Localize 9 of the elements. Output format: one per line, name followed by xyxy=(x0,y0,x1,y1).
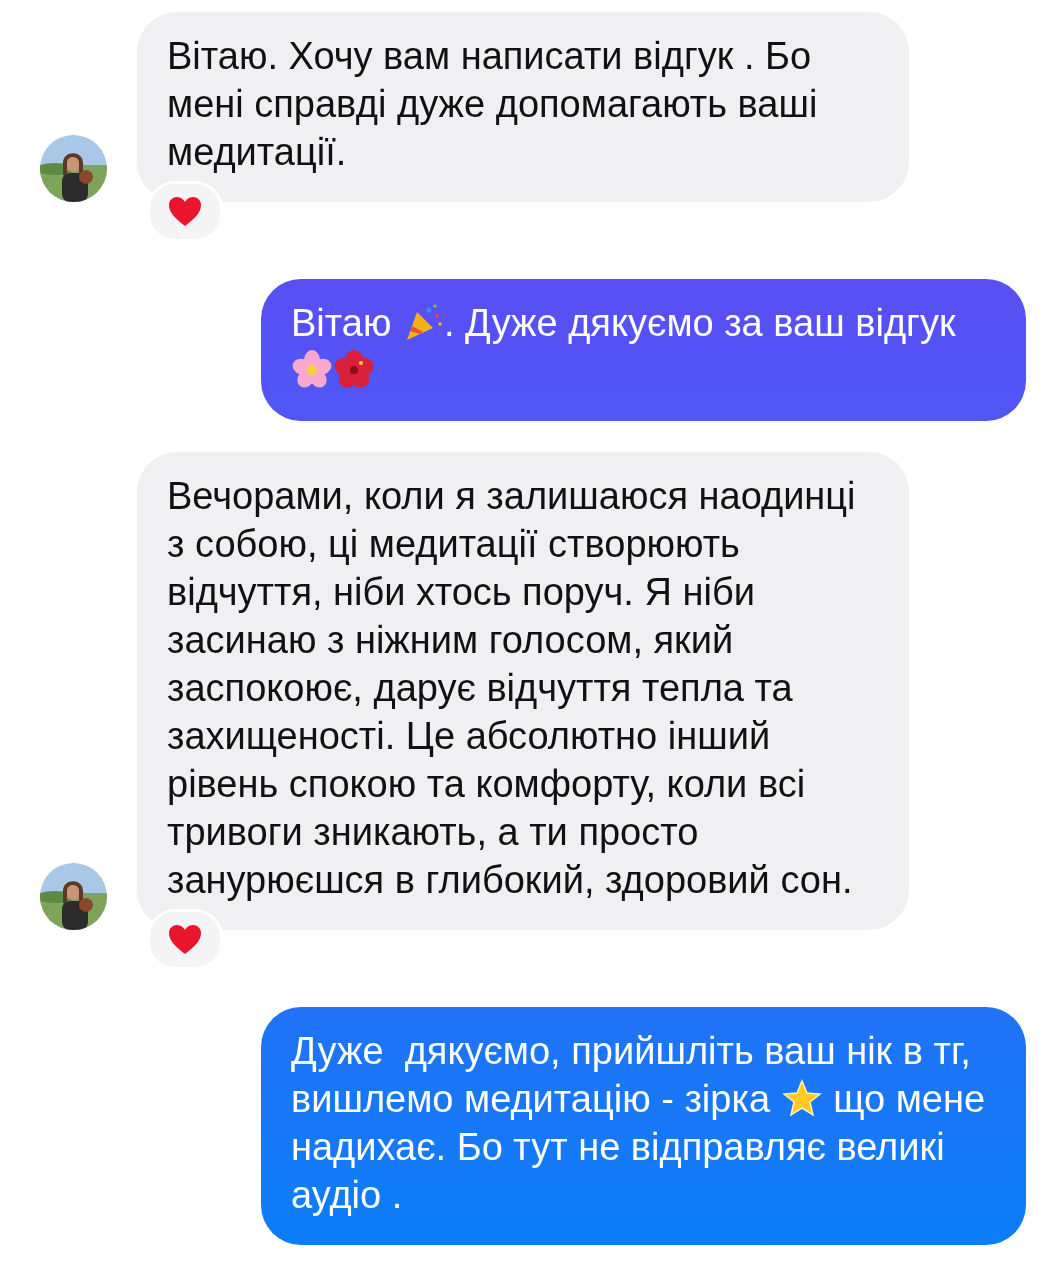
message-bubble: Вітаю . Дуже дякуємо за ваш відгук xyxy=(261,279,1026,421)
hibiscus-icon xyxy=(334,350,374,390)
blossom-icon xyxy=(292,350,332,390)
message-bubble: Дуже дякуємо, прийшліть ваш нік в тг, вишлемо медитацію - зірка що мене надихає. Бо тут не відправляє великі аудіо . xyxy=(261,1007,1026,1245)
star-icon xyxy=(781,1078,822,1118)
message-bubble: Вітаю. Хочу вам написати відгук . Бо мені справді дуже допомагають ваші медитації. xyxy=(137,12,909,202)
heart-icon xyxy=(168,923,202,956)
heart-icon xyxy=(168,195,202,228)
message-bubble: Вечорами, коли я залишаюся наодинці з собою, ці медитації створюють відчуття, ніби хтось поруч. Я ніби засинаю з ніжним голосом, який заспокоює, дарує відчуття тепла та захищеності. Це абсолютно інший рівень спокою та комфорту, коли всі тривоги зникають, а ти просто занурюєшся в глибокий, здоровий сон. xyxy=(137,452,909,930)
